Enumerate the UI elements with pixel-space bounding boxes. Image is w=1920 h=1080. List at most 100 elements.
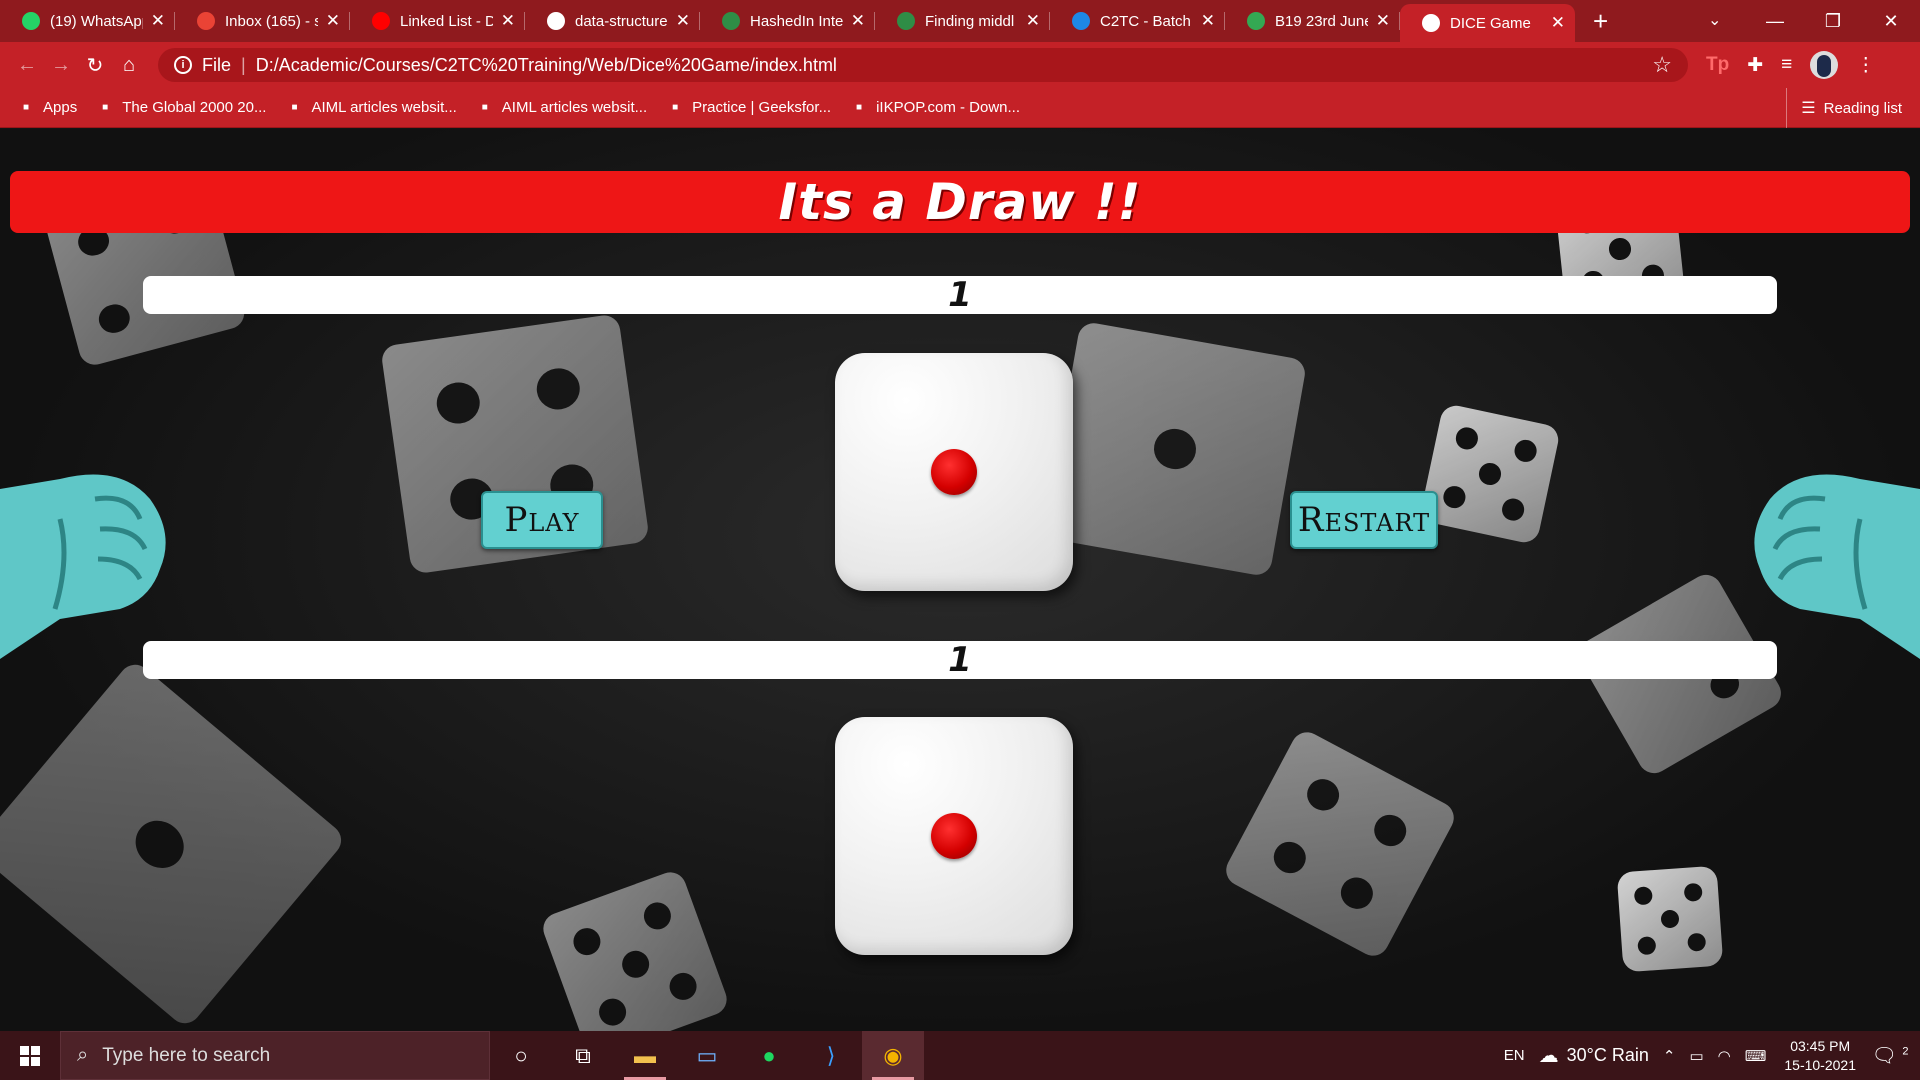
tds-icon: ■ [291,102,298,113]
media-control-icon[interactable]: ≡ [1781,54,1792,76]
bookmark-label: AIML articles websit... [311,99,457,116]
bookmark-list: ■ Apps ■ The Global 2000 20... ■ AIML article… [18,99,1040,116]
address-url[interactable]: D:/Academic/Courses/C2TC%20Training/Web/… [256,55,1653,76]
address-bar[interactable]: i File | D:/Academic/Courses/C2TC%20Trai… [158,48,1688,82]
close-tab-icon[interactable]: ✕ [851,11,865,31]
task-view-icon[interactable]: ⧉ [552,1031,614,1080]
browser-tab[interactable]: (19) WhatsApp ✕ [0,0,175,42]
home-button[interactable]: ⌂ [112,54,146,77]
right-fist-image [1754,474,1920,659]
whatsapp-icon [22,12,40,30]
windows-logo-icon [20,1045,40,1066]
close-tab-icon[interactable]: ✕ [1551,13,1565,33]
close-tab-icon[interactable]: ✕ [326,11,340,31]
globe-icon [1422,14,1440,32]
address-separator: | [241,54,246,75]
start-button[interactable] [0,1031,60,1080]
browser-tab[interactable]: C2TC - Batch 3 ✕ [1050,0,1225,42]
tab-title: C2TC - Batch 3 [1100,12,1193,30]
close-tab-icon[interactable]: ✕ [1201,11,1215,31]
weather-widget[interactable]: ☁ 30°C Rain [1539,1043,1649,1068]
reading-list-button[interactable]: ☰ Reading list [1786,88,1902,128]
player2-score: 1 [948,640,972,680]
background-die-image [538,867,732,1031]
restore-button[interactable]: ❐ [1804,11,1862,32]
language-indicator[interactable]: EN [1504,1047,1525,1064]
new-tab-button[interactable]: + [1593,6,1608,37]
browser-tab[interactable]: B19 23rd June ✕ [1225,0,1400,42]
site-info-icon[interactable]: i [174,56,192,74]
result-text: Its a Draw !! [778,173,1142,231]
bookmark-label: The Global 2000 20... [122,99,267,116]
file-explorer-icon[interactable]: ▬ [614,1031,676,1080]
browser-tab[interactable]: Inbox (165) - s ✕ [175,0,350,42]
restart-button[interactable]: Restart [1290,491,1438,549]
bookmark-label: AIML articles websit... [501,99,648,116]
ikpop-icon: ■ [856,102,863,113]
bookmark-item[interactable]: ■ Apps [18,99,77,116]
browser-toolbar: ← → ↻ ⌂ i File | D:/Academic/Courses/C2T… [0,42,1920,88]
system-tray: EN ☁ 30°C Rain ⌃ ▭ ◠ ⌨ 03:45 PM 15-10-20… [1490,1031,1920,1080]
bookmark-label: Practice | Geeksfor... [692,99,832,116]
show-hidden-icons-chevron-icon[interactable]: ⌃ [1663,1047,1676,1065]
browser-tab[interactable]: data-structure ✕ [525,0,700,42]
close-tab-icon[interactable]: ✕ [1376,11,1390,31]
bookmark-label: Apps [43,99,78,116]
bookmark-item[interactable]: ■ Practice | Geeksfor... [667,99,831,116]
search-icon: ⌕ [77,1044,89,1066]
minimize-button[interactable]: — [1746,11,1804,32]
bookmark-item[interactable]: ■ iIKPOP.com - Down... [851,99,1020,116]
reload-button[interactable]: ↻ [78,53,112,78]
close-tab-icon[interactable]: ✕ [1026,11,1040,31]
notifications-button[interactable]: 🗨 2 [1870,1043,1910,1068]
background-die-image [1616,865,1724,973]
battery-icon[interactable]: ▭ [1689,1047,1703,1065]
notification-count: 2 [1902,1045,1909,1058]
reading-list-icon: ☰ [1801,100,1816,117]
laptop-app-icon[interactable]: ▭ [676,1031,738,1080]
apps-grid-icon: ■ [22,102,30,113]
tab-title: HashedIn Inter [750,12,843,30]
play-button[interactable]: Play [481,491,603,549]
die-pip [931,813,977,859]
browser-menu-icon[interactable]: ⋮ [1856,54,1875,77]
reading-list-label: Reading list [1823,99,1902,117]
extension-tp-icon[interactable]: Tp [1706,54,1729,76]
browser-tab[interactable]: Linked List - D ✕ [350,0,525,42]
tab-search-chevron-icon[interactable]: ⌄ [1708,10,1721,30]
result-banner: Its a Draw !! [10,171,1910,233]
chrome-icon[interactable]: ◉ [862,1031,924,1080]
back-button[interactable]: ← [10,54,44,77]
geeksforgeeks-icon [897,12,915,30]
taskbar-search-box[interactable]: ⌕ Type here to search [60,1031,490,1080]
tab-title: DICE Game [1450,14,1531,32]
profile-avatar[interactable] [1810,51,1839,79]
bookmark-star-icon[interactable]: ☆ [1652,52,1672,78]
tab-title: B19 23rd June [1275,12,1368,30]
player2-score-bar: 1 [143,640,1777,680]
cortana-icon[interactable]: ○ [490,1031,552,1080]
close-tab-icon[interactable]: ✕ [501,11,515,31]
die-pip [931,449,977,495]
github-icon [547,12,565,30]
taskbar-search-placeholder: Type here to search [102,1044,271,1066]
close-tab-icon[interactable]: ✕ [676,11,690,31]
bookmark-item[interactable]: ■ AIML articles websit... [286,99,456,116]
clock[interactable]: 03:45 PM 15-10-2021 [1784,1037,1856,1075]
browser-tab[interactable]: Finding middl ✕ [875,0,1050,42]
close-window-button[interactable]: ✕ [1862,11,1920,32]
tab-title: data-structure [575,12,668,30]
browser-tab[interactable]: HashedIn Inter ✕ [700,0,875,42]
player1-die [835,353,1073,591]
spotify-icon[interactable]: ● [738,1031,800,1080]
close-tab-icon[interactable]: ✕ [151,11,165,31]
gmail-icon [197,12,215,30]
bookmark-item[interactable]: ■ AIML articles websit... [477,99,647,116]
forward-button[interactable]: → [44,54,78,77]
browser-tab[interactable]: DICE Game ✕ [1400,4,1575,42]
keyboard-icon[interactable]: ⌨ [1745,1047,1767,1065]
extensions-puzzle-icon[interactable]: ✚ [1747,54,1763,77]
vscode-icon[interactable]: ⟩ [800,1031,862,1080]
bookmark-item[interactable]: ■ The Global 2000 20... [97,99,266,116]
wifi-icon[interactable]: ◠ [1718,1047,1731,1065]
